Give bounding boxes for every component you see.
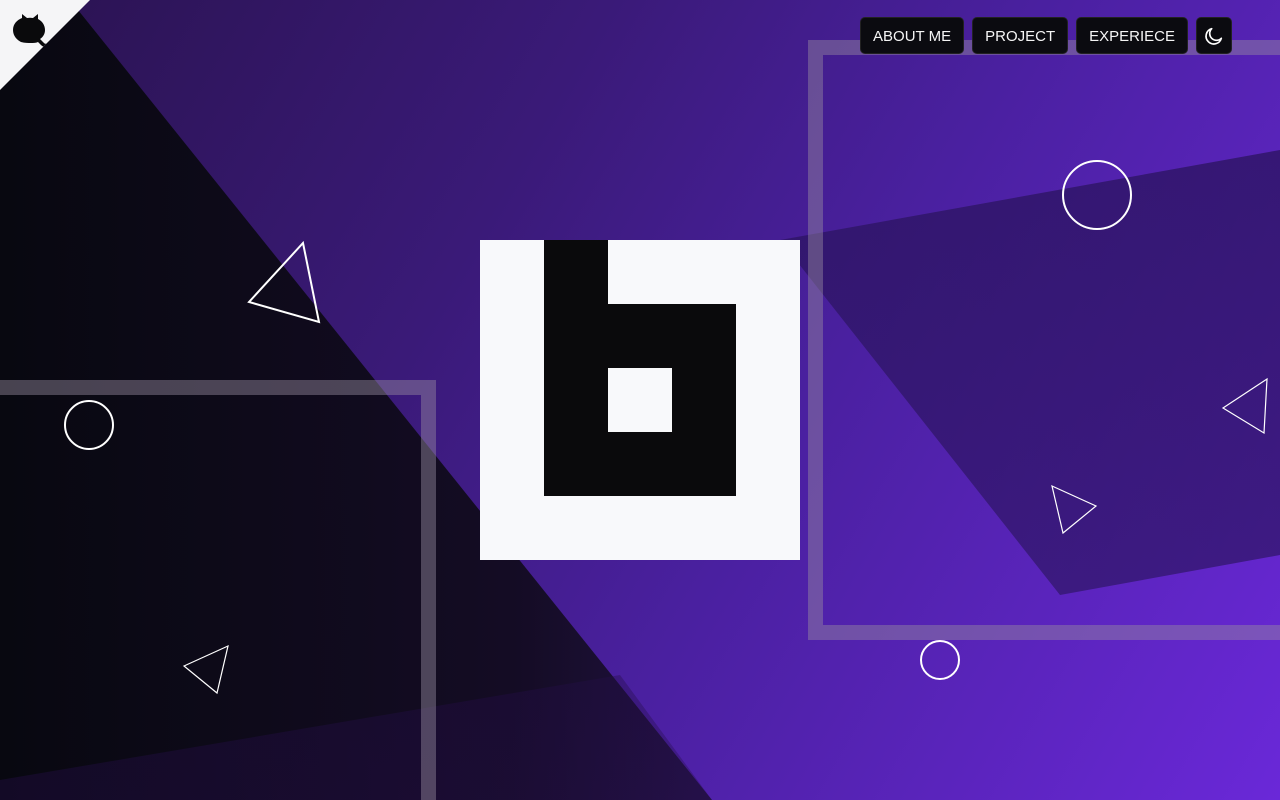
github-octocat-icon: [13, 14, 48, 48]
experience-button[interactable]: EXPERIECE: [1076, 17, 1188, 54]
logo-counter: [608, 368, 672, 432]
top-navigation: ABOUT ME PROJECT EXPERIECE: [860, 17, 1232, 54]
triangle-shape: [1221, 377, 1268, 435]
project-button[interactable]: PROJECT: [972, 17, 1069, 54]
triangle-shape: [182, 644, 229, 695]
circle-shape: [1062, 160, 1132, 230]
logo-mark: [480, 240, 800, 560]
theme-toggle-button[interactable]: [1196, 17, 1232, 54]
moon-icon: [1205, 27, 1223, 45]
circle-shape: [64, 400, 114, 450]
hero-background: ABOUT ME PROJECT EXPERIECE: [0, 0, 1280, 800]
about-me-button[interactable]: ABOUT ME: [860, 17, 965, 54]
circle-shape: [920, 640, 960, 680]
triangle-shape: [1051, 484, 1098, 535]
triangle-shape: [247, 240, 321, 324]
